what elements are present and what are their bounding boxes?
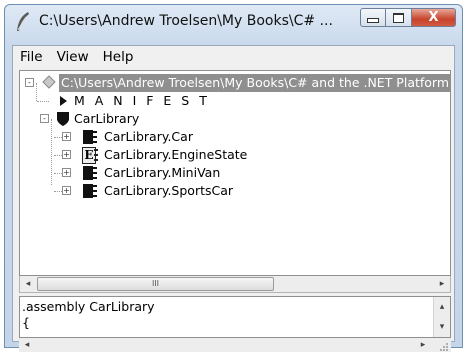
expand-toggle[interactable]: + [62,132,71,141]
enum-icon: E [82,147,100,164]
tree-node-type[interactable]: + CarLibrary.MiniVan [20,164,280,182]
scroll-left-button[interactable]: ◂ [19,338,35,352]
tree-node-label: M A N I F E S T [74,93,210,108]
tree-node-type[interactable]: + CarLibrary.SportsCar [20,182,280,200]
il-text-pane[interactable]: .assembly CarLibrary { ▴ ▾ [19,296,451,338]
il-text-line: .assembly CarLibrary [22,299,155,314]
minimize-icon [367,18,379,23]
scroll-thumb[interactable]: III [37,277,274,291]
expand-toggle[interactable]: + [62,150,71,159]
tree-node-assembly[interactable]: - CarLibrary [20,110,220,128]
tree-node-label: CarLibrary.MiniVan [104,165,221,180]
tree-node-label: CarLibrary [74,111,140,126]
menu-file[interactable]: File [13,47,50,67]
tree-node-type[interactable]: + CarLibrary.Car [20,128,280,146]
quill-icon [15,11,33,33]
scroll-right-button[interactable]: ▸ [434,276,450,292]
scroll-right-button[interactable]: ▸ [415,338,431,352]
expand-toggle[interactable]: + [62,168,71,177]
tree-node-label: CarLibrary.SportsCar [104,183,234,198]
menu-bar: File View Help [13,46,454,68]
tree-node-label: C:\Users\Andrew Troelsen\My Books\C# and… [59,74,450,92]
tree-horizontal-scrollbar[interactable]: ◂ III ▸ [19,276,451,293]
title-bar[interactable]: C:\Users\Andrew Troelsen\My Books\C# ...… [5,5,462,41]
tree-view[interactable]: - C:\Users\Andrew Troelsen\My Books\C# a… [19,70,451,276]
scroll-down-button[interactable]: ▾ [434,319,450,335]
minimize-button[interactable] [360,8,386,27]
maximize-icon [393,12,404,23]
collapse-toggle[interactable]: - [25,78,34,87]
close-icon: X [428,10,439,25]
menu-view[interactable]: View [50,47,96,67]
tree-node-type[interactable]: + E CarLibrary.EngineState [20,146,280,164]
expand-toggle[interactable]: + [62,186,71,195]
tree-node-label: CarLibrary.EngineState [104,147,248,162]
app-window: C:\Users\Andrew Troelsen\My Books\C# ...… [4,4,463,352]
collapse-toggle[interactable]: - [40,114,49,123]
close-button[interactable]: X [412,8,456,27]
maximize-button[interactable] [386,8,412,27]
scroll-up-button[interactable]: ▴ [434,299,450,315]
tree-node-root[interactable]: - C:\Users\Andrew Troelsen\My Books\C# a… [20,74,450,92]
menu-help[interactable]: Help [96,47,141,67]
text-vertical-scrollbar[interactable]: ▴ ▾ [433,297,450,337]
scroll-left-button[interactable]: ◂ [20,276,36,292]
caption-buttons: X [360,8,456,29]
window-title: C:\Users\Andrew Troelsen\My Books\C# ... [39,13,333,29]
class-icon [82,183,100,204]
tree-node-manifest[interactable]: M A N I F E S T [20,92,220,110]
text-horizontal-scrollbar[interactable]: ◂ ▸ [19,338,451,352]
il-text-line: { [22,315,30,330]
tree-node-label: CarLibrary.Car [104,129,193,144]
client-area: File View Help - C:\Users\Andrew Troelse… [12,45,455,352]
